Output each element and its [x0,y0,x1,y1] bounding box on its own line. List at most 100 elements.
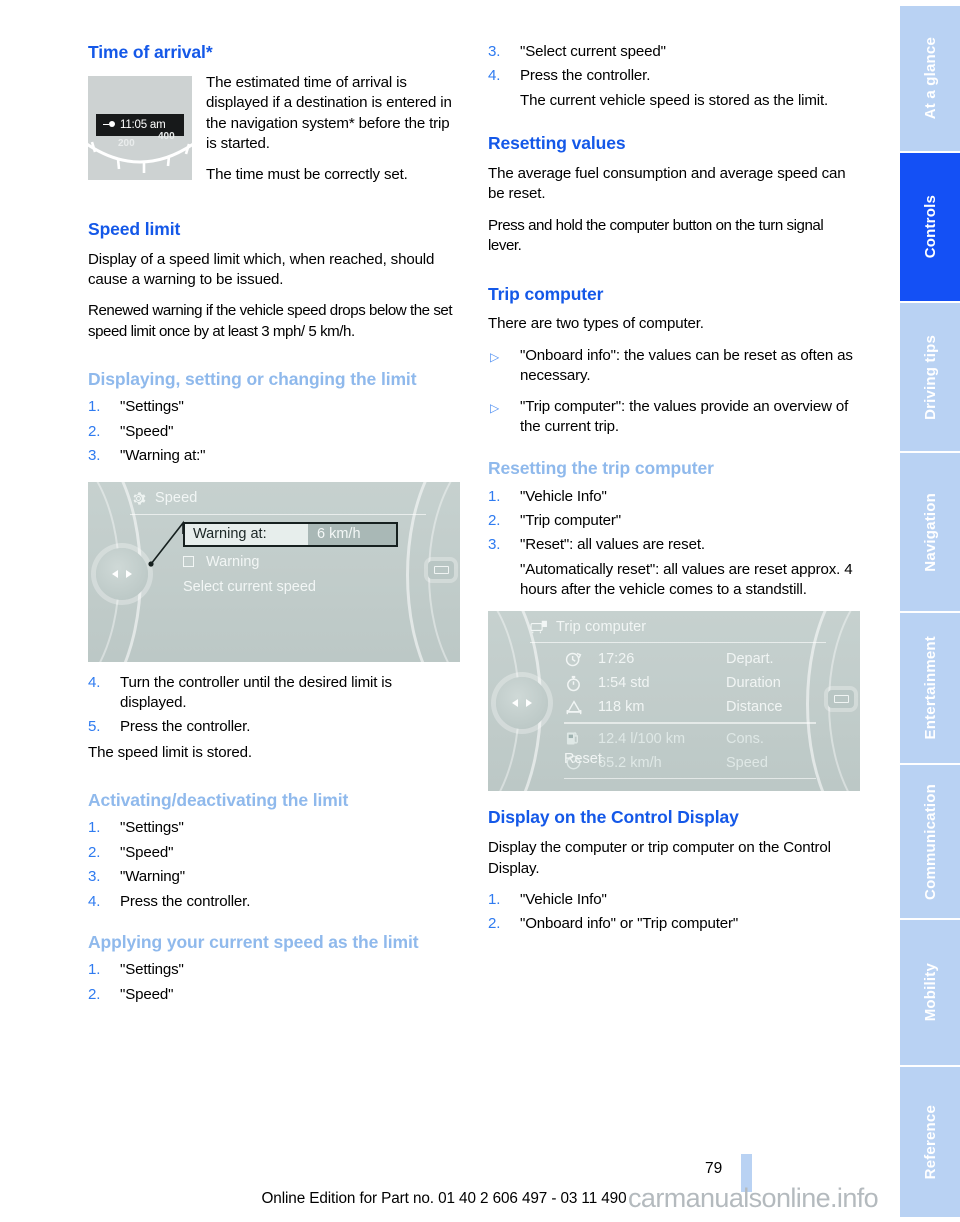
car-display-icon [530,621,547,634]
step-text: Press the controller. [120,718,251,736]
sidebar-item-entertainment[interactable]: Entertainment [900,613,960,763]
heading-applying-current-speed: Applying your current speed as the limit [88,931,419,952]
tab-label: Mobility [921,963,939,1022]
speed-limit-paragraph-1: Display of a speed limit which, when rea… [88,250,435,288]
value: 1:54 std [598,675,650,692]
step-text: Turn the controller until the desired li… [120,673,392,711]
select-current-speed-option[interactable]: Select current speed [183,579,316,595]
tab-label: Navigation [921,492,939,572]
step-text: "Speed" [120,985,174,1003]
step-number: 1. [488,891,501,909]
step-number: 4. [88,892,101,910]
step-number: 4. [488,67,501,85]
warning-checkbox-label: Warning [206,553,260,570]
step-text: "Speed" [120,422,174,440]
applying-steps: 1. "Settings" 2. "Speed" [88,960,460,1005]
clock-arrow-icon [564,650,598,669]
bullet-text: "Trip computer": the values provide an o… [520,397,849,435]
tachometer-arc-icon [88,141,192,173]
speed-limit-stored-note: The speed limit is stored. [88,743,252,761]
heading-time-of-arrival: Time of arrival* [88,42,213,62]
idrive-side-button-graphic [828,690,854,709]
heading-trip-computer: Trip computer [488,283,604,304]
step-text: "Warning" [120,868,186,886]
step-number: 3. [488,536,501,554]
value: 17:26 [598,651,635,668]
value: 12.4 l/100 km [598,730,686,747]
warning-at-row[interactable]: Warning at: 6 km/h [183,521,398,547]
list-item: 4. Press the controller. [88,892,460,912]
step-text: "Speed" [120,843,174,861]
warning-at-label: Warning at: [185,523,308,545]
idrive-speed-screen-figure: Speed Warning at: 6 km/h Warning Select … [88,481,460,662]
table-row: 1:54 std Duration [564,671,816,695]
step-number: 3. [488,43,501,60]
step-number: 1. [488,487,501,505]
step-text: "Trip computer" [520,511,622,529]
applying-steps-continued: 3. "Select current speed" 4. Press the con… [488,42,860,87]
triangle-bullet-icon: ▷ [490,400,500,415]
stopwatch-icon [564,674,598,693]
screen-title: Trip computer [556,619,647,636]
list-item: 3. "Warning at:" [88,446,460,466]
left-column: Time of arrival* 11:05 am 200 400 The es… [88,42,460,1009]
list-item: 3. "Reset": all values are reset. [488,535,860,555]
sidebar-item-mobility[interactable]: Mobility [900,920,960,1065]
sidebar-item-driving-tips[interactable]: Driving tips [900,303,960,451]
arrow-left-icon [112,569,118,578]
list-item: 2. "Speed" [88,985,460,1005]
tach-label-200: 200 [118,137,135,149]
current-speed-stored-note: The current vehicle speed is stored as t… [520,91,829,109]
step-text: "Vehicle Info" [520,487,607,505]
tab-label: Driving tips [921,334,939,420]
distance-icon [564,698,598,717]
display-control-steps: 1. "Vehicle Info" 2. "Onboard info" or "Tr… [488,890,860,935]
tab-label: Communication [921,783,939,900]
checkbox-icon[interactable] [183,556,194,568]
sidebar-item-communication[interactable]: Communication [900,765,960,918]
activating-steps: 1. "Settings" 2. "Speed" 3. "Warning" 4. Pre… [88,818,460,912]
displaying-setting-steps: 1. "Settings" 2. "Speed" 3. "Warning at:" [88,397,460,466]
sidebar-item-navigation[interactable]: Navigation [900,453,960,611]
warning-checkbox-row[interactable]: Warning [183,554,259,570]
arrow-right-icon [126,569,132,578]
step-text: "Settings" [120,398,184,416]
step-number: 2. [88,843,101,861]
step-text: Press the controller. [120,892,251,910]
value: 65.2 km/h [598,754,662,771]
arrow-right-icon [526,699,532,708]
sidebar-item-reference[interactable]: Reference [900,1067,960,1217]
step-text: "Settings" [120,819,184,837]
divider [564,722,816,724]
sidebar-item-at-a-glance[interactable]: At a glance [900,6,960,151]
right-column: 3. "Select current speed" 4. Press the con… [488,42,860,939]
step-number: 3. [88,447,101,465]
list-item: ▷ "Trip computer": the values provide an … [488,397,860,438]
sidebar-item-controls[interactable]: Controls [900,153,960,301]
list-item: 2. "Speed" [88,422,460,442]
divider [564,777,816,780]
page-number: 79 [705,1160,723,1177]
manual-page: Time of arrival* 11:05 am 200 400 The es… [0,0,960,1222]
label: Cons. [726,730,764,747]
label: Distance [726,699,783,716]
tab-label: Entertainment [921,636,939,740]
step-number: 2. [88,422,101,440]
list-item: 3. "Warning" [88,867,460,887]
label: Speed [726,754,768,771]
step-text: "Vehicle Info" [520,891,607,909]
table-row: 12.4 l/100 km Cons. [564,727,816,751]
speed-limit-paragraph-2: Renewed warning if the vehicle speed dro… [88,302,453,340]
warning-at-value: 6 km/h [308,523,396,545]
list-item: 1. "Vehicle Info" [488,890,860,910]
step-text: "Onboard info" or "Trip computer" [520,915,739,933]
resetting-values-paragraph-1: The average fuel consumption and average… [488,165,846,203]
tab-label: Controls [921,195,939,259]
tab-label: At a glance [921,37,939,120]
heading-resetting-values: Resetting values [488,133,626,154]
reset-menu-item[interactable]: Reset [564,751,602,767]
triangle-bullet-icon: ▷ [490,349,500,364]
step-text: "Reset": all values are reset. [520,536,705,554]
list-item: 4. Press the controller. [488,66,860,86]
watermark: carmanualsonline.info [628,1183,879,1213]
